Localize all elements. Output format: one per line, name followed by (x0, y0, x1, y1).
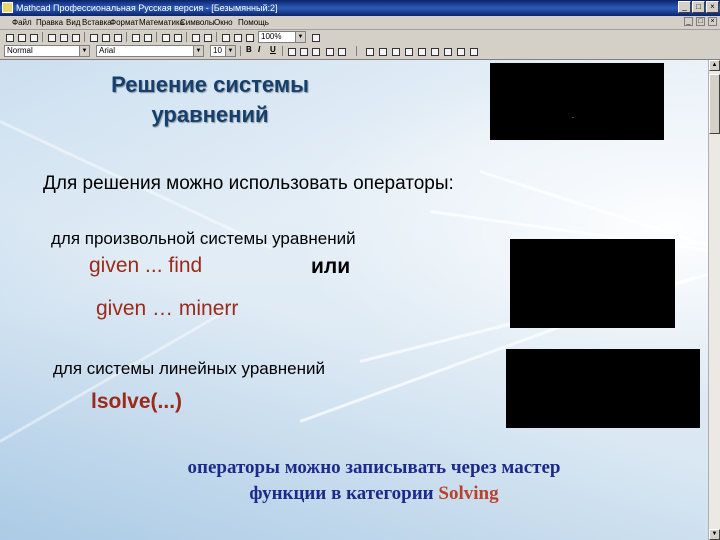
menu-math[interactable]: Математика (139, 17, 184, 28)
note-line-1: операторы можно записывать через мастер (187, 457, 561, 478)
doc-restore-button[interactable]: □ (696, 17, 705, 26)
copy-icon[interactable] (100, 32, 110, 42)
or-text: или (311, 255, 351, 278)
italic-button[interactable]: I (256, 45, 266, 56)
numbering-icon[interactable] (336, 46, 346, 56)
undo-icon[interactable] (130, 32, 140, 42)
mathcad-app-icon (2, 2, 13, 13)
align-center-icon[interactable] (298, 46, 308, 56)
calculate-icon[interactable] (220, 32, 230, 42)
help-icon[interactable] (310, 32, 320, 42)
doc-close-button[interactable]: × (708, 17, 717, 26)
math-region-2[interactable] (510, 239, 675, 328)
doc-minimize-button[interactable]: _ (684, 17, 693, 26)
align-down-icon[interactable] (172, 32, 182, 42)
note-line-2-prefix: функции в категории (249, 483, 439, 504)
insert-hyperlink-icon[interactable] (232, 32, 242, 42)
calculator-toolbar-icon[interactable] (364, 46, 374, 56)
note-line-2: функции в категории Solving (134, 481, 614, 507)
menu-insert[interactable]: Вставка (82, 17, 112, 28)
menu-symbols[interactable]: Символы (180, 17, 215, 28)
function-wizard-note: операторы можно записывать через мастер … (134, 455, 614, 507)
solving-category: Solving (438, 483, 499, 504)
bullets-icon[interactable] (324, 46, 334, 56)
math-region-3[interactable] (506, 349, 700, 428)
vertical-scrollbar[interactable]: ▲ ▼ (708, 60, 720, 540)
insert-function-icon[interactable] (190, 32, 200, 42)
window-title: Mathcad Профессиональная Русская версия … (16, 3, 278, 13)
menu-bar: Файл Правка Вид Вставка Формат Математик… (0, 16, 720, 30)
symbolic-toolbar-icon[interactable] (468, 46, 478, 56)
align-left-icon[interactable] (286, 46, 296, 56)
general-system-text: для произвольной системы уравнений (51, 229, 356, 248)
linear-system-text: для системы линейных уравнений (53, 359, 325, 378)
formatting-toolbar: Normal ▼ Arial ▼ 10 ▼ B I U (0, 44, 720, 60)
menu-view[interactable]: Вид (66, 17, 80, 28)
print-icon[interactable] (46, 32, 56, 42)
align-right-icon[interactable] (310, 46, 320, 56)
open-icon[interactable] (16, 32, 26, 42)
bold-button[interactable]: B (244, 45, 254, 56)
component-wizard-icon[interactable] (244, 32, 254, 42)
paste-icon[interactable] (112, 32, 122, 42)
intro-text: Для решения можно использовать операторы… (43, 173, 454, 194)
align-across-icon[interactable] (160, 32, 170, 42)
standard-toolbar: 100% ▼ (0, 30, 720, 44)
menu-file[interactable]: Файл (12, 17, 32, 28)
scroll-thumb[interactable] (709, 74, 720, 134)
chevron-down-icon: ▼ (295, 32, 305, 42)
font-select[interactable]: Arial ▼ (96, 45, 204, 57)
menu-help[interactable]: Помощь (238, 17, 269, 28)
scroll-up-icon[interactable]: ▲ (709, 60, 720, 71)
insert-unit-icon[interactable] (202, 32, 212, 42)
page-title: Решение системы уравнений (0, 70, 420, 130)
spell-check-icon[interactable] (70, 32, 80, 42)
menu-edit[interactable]: Правка (36, 17, 63, 28)
heading-line-2: уравнений (151, 102, 269, 127)
programming-toolbar-icon[interactable] (442, 46, 452, 56)
style-value: Normal (7, 46, 33, 55)
title-bar: Mathcad Профессиональная Русская версия … (0, 0, 720, 16)
maximize-button[interactable]: □ (692, 1, 705, 13)
boolean-toolbar-icon[interactable] (429, 46, 439, 56)
heading-line-1: Решение системы (111, 72, 309, 97)
new-icon[interactable] (4, 32, 14, 42)
evaluation-toolbar-icon[interactable] (403, 46, 413, 56)
zoom-value: 100% (261, 32, 282, 41)
font-size-value: 10 (213, 46, 222, 55)
zoom-select[interactable]: 100% ▼ (258, 31, 306, 43)
chevron-down-icon: ▼ (225, 46, 235, 56)
scroll-down-icon[interactable]: ▼ (709, 529, 720, 540)
given-minerr-operator: given … minerr (96, 297, 239, 320)
font-size-select[interactable]: 10 ▼ (210, 45, 236, 57)
math-region-1[interactable] (490, 63, 664, 140)
matrix-toolbar-icon[interactable] (390, 46, 400, 56)
minimize-button[interactable]: _ (678, 1, 691, 13)
cut-icon[interactable] (88, 32, 98, 42)
calculus-toolbar-icon[interactable] (416, 46, 426, 56)
graph-toolbar-icon[interactable] (377, 46, 387, 56)
chevron-down-icon: ▼ (193, 46, 203, 56)
style-select[interactable]: Normal ▼ (4, 45, 90, 57)
underline-button[interactable]: U (268, 45, 278, 56)
font-value: Arial (99, 46, 116, 55)
lsolve-operator: lsolve(...) (91, 390, 183, 413)
redo-icon[interactable] (142, 32, 152, 42)
menu-format[interactable]: Формат (110, 17, 138, 28)
chevron-down-icon: ▼ (79, 46, 89, 56)
close-button[interactable]: × (706, 1, 719, 13)
menu-window[interactable]: Окно (214, 17, 233, 28)
given-find-operator: given ... find (89, 254, 203, 277)
print-preview-icon[interactable] (58, 32, 68, 42)
greek-toolbar-icon[interactable] (455, 46, 465, 56)
save-icon[interactable] (28, 32, 38, 42)
